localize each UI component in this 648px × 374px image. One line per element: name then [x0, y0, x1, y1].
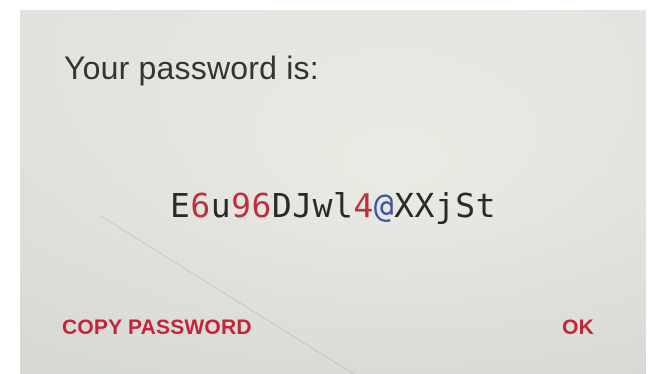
password-char-letter: l [333, 186, 354, 225]
password-char-letter: X [414, 186, 435, 225]
password-char-letter: j [434, 186, 456, 225]
password-char-digit: 9 [231, 186, 252, 225]
password-char-letter: w [312, 186, 333, 225]
generated-password: E6u96DJwl4@XXjSt [20, 186, 646, 225]
password-char-letter: t [475, 186, 496, 225]
password-char-letter: u [210, 186, 232, 225]
password-char-letter: J [292, 186, 313, 225]
copy-password-button[interactable]: COPY PASSWORD [62, 316, 252, 340]
dialog-actions: COPY PASSWORD OK [20, 316, 646, 352]
password-char-digit: 6 [190, 186, 211, 225]
dialog-title: Your password is: [64, 50, 319, 86]
password-char-digit: 6 [251, 186, 272, 225]
password-char-symbol: @ [373, 186, 395, 225]
password-char-letter: E [170, 186, 191, 225]
password-char-letter: S [455, 186, 476, 225]
password-char-letter: X [394, 186, 415, 225]
password-char-letter: D [271, 186, 293, 225]
ok-button[interactable]: OK [562, 316, 594, 340]
screen: Your password is: E6u96DJwl4@XXjSt COPY … [0, 0, 648, 374]
password-char-digit: 4 [353, 186, 374, 225]
password-dialog: Your password is: E6u96DJwl4@XXjSt COPY … [20, 10, 646, 374]
